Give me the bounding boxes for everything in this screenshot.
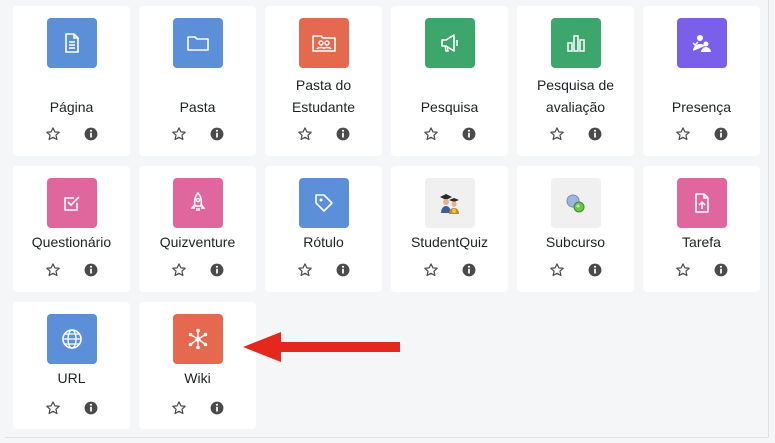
module-label: Quizventure (159, 234, 236, 250)
module-tile-rotulo[interactable]: Rótulo (265, 166, 382, 292)
info-icon[interactable] (334, 261, 352, 279)
module-tile-url[interactable]: URL (13, 302, 130, 429)
star-icon[interactable] (422, 125, 440, 143)
wiki-icon (173, 314, 223, 364)
module-label: Pesquisa de avaliação (536, 77, 615, 115)
subcourse-icon (551, 178, 601, 228)
star-icon[interactable] (674, 125, 692, 143)
annotation-arrow-icon (243, 332, 400, 362)
module-tile-questionario[interactable]: Questionário (13, 166, 130, 292)
module-label: URL (57, 370, 86, 386)
module-tile-quizventure[interactable]: Quizventure (139, 166, 256, 292)
info-icon[interactable] (208, 125, 226, 143)
attendance-icon (677, 18, 727, 68)
module-tile-tarefa[interactable]: Tarefa (643, 166, 760, 292)
module-tile-wiki[interactable]: Wiki (139, 302, 256, 429)
module-label: StudentQuiz (410, 234, 489, 250)
module-label: Página (49, 99, 94, 115)
info-icon[interactable] (82, 399, 100, 417)
assignment-icon (677, 178, 727, 228)
star-icon[interactable] (422, 261, 440, 279)
module-tile-presenca[interactable]: Presença (643, 6, 760, 156)
info-icon[interactable] (334, 125, 352, 143)
module-label: Wiki (184, 370, 211, 386)
module-label: Tarefa (682, 234, 721, 250)
module-label: Presença (671, 99, 732, 115)
info-icon[interactable] (82, 261, 100, 279)
star-icon[interactable] (170, 125, 188, 143)
star-icon[interactable] (44, 399, 62, 417)
star-icon[interactable] (44, 261, 62, 279)
module-tile-studentquiz[interactable]: StudentQuiz (391, 166, 508, 292)
info-icon[interactable] (208, 399, 226, 417)
student-folder-icon (299, 18, 349, 68)
module-label: Rótulo (303, 234, 344, 250)
module-tile-pesquisa[interactable]: Pesquisa (391, 6, 508, 156)
star-icon[interactable] (170, 399, 188, 417)
star-icon[interactable] (296, 261, 314, 279)
module-tile-pasta-do-estudante[interactable]: Pasta do Estudante (265, 6, 382, 156)
info-icon[interactable] (460, 125, 478, 143)
module-tile-pasta[interactable]: Pasta (139, 6, 256, 156)
module-tile-pagina[interactable]: Página (13, 6, 130, 156)
star-icon[interactable] (548, 125, 566, 143)
module-tile-subcurso[interactable]: Subcurso (517, 166, 634, 292)
folder-icon (173, 18, 223, 68)
star-icon[interactable] (296, 125, 314, 143)
info-icon[interactable] (460, 261, 478, 279)
info-icon[interactable] (82, 125, 100, 143)
page-icon (47, 18, 97, 68)
globe-icon (47, 314, 97, 364)
graduates-icon (425, 178, 475, 228)
module-label: Pesquisa (420, 99, 479, 115)
info-icon[interactable] (586, 261, 604, 279)
info-icon[interactable] (712, 125, 730, 143)
tag-icon (299, 178, 349, 228)
star-icon[interactable] (548, 261, 566, 279)
info-icon[interactable] (208, 261, 226, 279)
star-icon[interactable] (674, 261, 692, 279)
checkbox-icon (47, 178, 97, 228)
module-label: Subcurso (545, 234, 606, 250)
module-label: Pasta (179, 99, 216, 115)
info-icon[interactable] (712, 261, 730, 279)
rocket-icon (173, 178, 223, 228)
bar-chart-icon (551, 18, 601, 68)
info-icon[interactable] (586, 125, 604, 143)
megaphone-icon (425, 18, 475, 68)
module-tile-pesquisa-de-avaliacao[interactable]: Pesquisa de avaliação (517, 6, 634, 156)
module-label: Questionário (31, 234, 112, 250)
module-label: Pasta do Estudante (291, 77, 356, 115)
star-icon[interactable] (170, 261, 188, 279)
star-icon[interactable] (44, 125, 62, 143)
